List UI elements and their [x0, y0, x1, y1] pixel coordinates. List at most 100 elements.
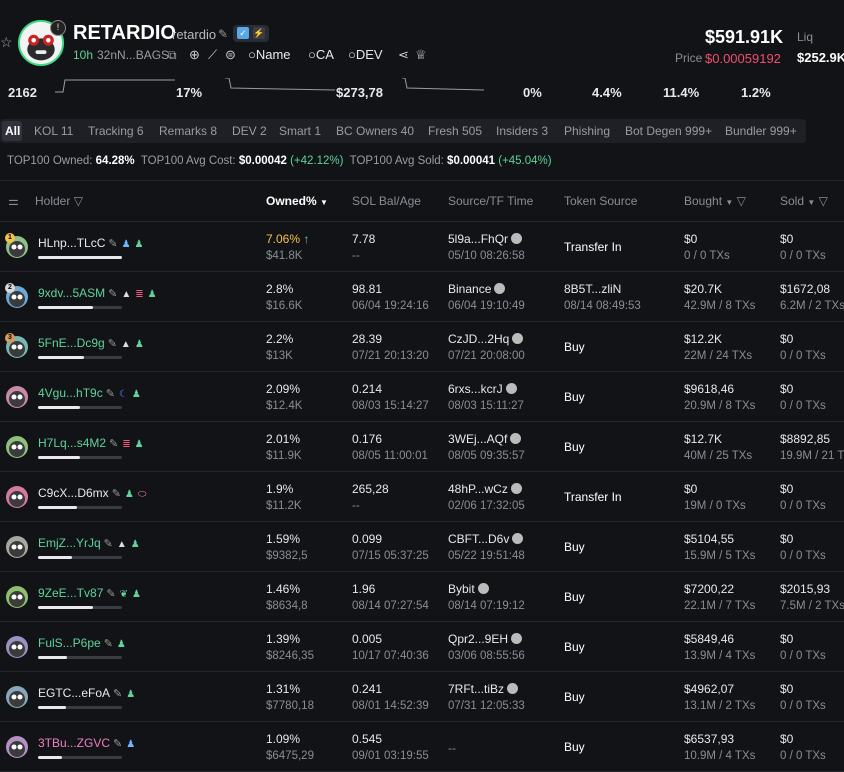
settings-sliders-icon[interactable]: ⚌: [8, 194, 19, 208]
funding-source[interactable]: CzJD...2Hq: [448, 332, 524, 346]
sol-balance: 28.39: [352, 332, 383, 346]
globe-icon[interactable]: ⊕: [189, 47, 200, 63]
holder-address[interactable]: HLnp...TLcC ✎ ♟ ♟: [38, 236, 144, 250]
owned-value: $16.6K: [266, 300, 303, 312]
sold-value: $0: [780, 732, 794, 746]
edit-icon[interactable]: ✎: [104, 538, 113, 550]
table-row[interactable]: FulS...P6pe ✎ ♟ 1.39% $8246,35 0.005 10/17…: [0, 621, 844, 672]
holder-address[interactable]: 9ZeE...Tv87 ✎ ❦ ♟: [38, 586, 141, 600]
holder-address[interactable]: 3TBu...ZGVC ✎ ♟: [38, 736, 135, 750]
edit-icon[interactable]: ✎: [106, 588, 115, 600]
edit-icon[interactable]: ✎: [108, 288, 117, 300]
owned-value: $11.2K: [266, 500, 302, 512]
col-source-tf-time[interactable]: Source/TF Time: [448, 194, 533, 208]
table-row[interactable]: 3TBu...ZGVC ✎ ♟ 1.09% $6475,29 0.545 09/01…: [0, 721, 844, 772]
col-owned[interactable]: Owned% ▼: [266, 194, 328, 208]
crown-icon[interactable]: ♕: [415, 47, 427, 63]
col-sol-bal-age[interactable]: SOL Bal/Age: [352, 194, 421, 208]
search-name-link[interactable]: ○Name: [248, 47, 291, 62]
table-row[interactable]: 2 9xdv...5ASM ✎ ▲ ≣ ♟ 2.8% $16.6K 98.81 06/0…: [0, 271, 844, 322]
tab-fresh[interactable]: Fresh 505: [428, 124, 482, 138]
top100-avg-cost-change: (+42.12%): [290, 155, 344, 167]
edit-icon[interactable]: ✎: [106, 388, 115, 400]
token-source[interactable]: 8B5T...zliN: [564, 282, 621, 296]
funding-source[interactable]: 3WEj...AQf: [448, 432, 522, 446]
tab-bot-degen[interactable]: Bot Degen 999+: [625, 124, 712, 138]
info-icon[interactable]: !: [50, 20, 66, 36]
edit-icon[interactable]: ✎: [112, 488, 121, 500]
stat-holders: 2162: [8, 85, 37, 100]
sold-detail: 0 / 0 TXs: [780, 650, 826, 662]
tab-insiders[interactable]: Insiders 3: [496, 124, 548, 138]
col-sold[interactable]: Sold ▼ ▽: [780, 194, 828, 208]
funding-source[interactable]: CBFT...D6v: [448, 532, 524, 546]
pump-icon[interactable]: ⟋: [208, 47, 217, 63]
edit-icon[interactable]: ✎: [113, 738, 122, 750]
bought-detail: 13.1M / 2 TXs: [684, 700, 756, 712]
table-row[interactable]: 9ZeE...Tv87 ✎ ❦ ♟ 1.46% $8634,8 1.96 08/14 …: [0, 571, 844, 622]
funding-source[interactable]: 48hP...wCz: [448, 482, 522, 496]
holder-address[interactable]: H7Lq...s4M2 ✎ ≣ ♟: [38, 436, 144, 450]
funding-source[interactable]: 6rxs...kcrJ: [448, 382, 517, 396]
token-source-icon[interactable]: ⊜: [225, 47, 236, 63]
filter-icon[interactable]: ▽: [737, 194, 746, 208]
search-ca-link[interactable]: ○CA: [308, 47, 334, 62]
holder-address[interactable]: C9cX...D6mx ✎ ♟ ⬭: [38, 486, 146, 500]
price-label: Price: [675, 51, 703, 65]
token-source-time: 08/14 08:49:53: [564, 300, 641, 312]
tab-all[interactable]: All: [5, 124, 20, 138]
table-row[interactable]: 1 HLnp...TLcC ✎ ♟ ♟ 7.06% ↑ $41.8K 7.78 -- …: [0, 221, 844, 272]
table-row[interactable]: EmjZ...YrJq ✎ ▲ ♟ 1.59% $9382,5 0.099 07/15…: [0, 521, 844, 572]
exchange-icon: [477, 583, 489, 594]
holder-address[interactable]: 9xdv...5ASM ✎ ▲ ≣ ♟: [38, 286, 157, 300]
tab-dev[interactable]: DEV 2: [232, 124, 267, 138]
table-row[interactable]: 4Vgu...hT9c ✎ ☾ ♟ 2.09% $12.4K 0.214 08/03 …: [0, 371, 844, 422]
edit-icon[interactable]: ✎: [109, 438, 118, 450]
sold-detail: 0 / 0 TXs: [780, 400, 826, 412]
search-dev-link[interactable]: ○DEV: [348, 47, 383, 62]
holder-address[interactable]: EGTC...eFoA ✎ ♟: [38, 686, 135, 700]
ownership-bar: [38, 656, 122, 659]
edit-icon[interactable]: ✎: [108, 238, 117, 250]
filter-icon[interactable]: ▽: [819, 194, 828, 208]
table-row[interactable]: C9cX...D6mx ✎ ♟ ⬭ 1.9% $11.2K 265,28 -- 48h…: [0, 471, 844, 522]
share-icon[interactable]: ⋖: [398, 47, 409, 63]
holder-address[interactable]: 4Vgu...hT9c ✎ ☾ ♟: [38, 386, 141, 400]
col-token-source[interactable]: Token Source: [564, 194, 637, 208]
sol-balance: 0.005: [352, 632, 383, 646]
funding-source[interactable]: 7RFt...tiBz: [448, 682, 519, 696]
tab-tracking[interactable]: Tracking 6: [88, 124, 144, 138]
funding-source[interactable]: Bybit: [448, 582, 489, 596]
funding-source[interactable]: Qpr2...9EH: [448, 632, 523, 646]
table-row[interactable]: EGTC...eFoA ✎ ♟ 1.31% $7780,18 0.241 08/01…: [0, 671, 844, 722]
edit-icon[interactable]: ✎: [113, 688, 122, 700]
table-row[interactable]: 3 5FnE...Dc9g ✎ ▲ ♟ 2.2% $13K 28.39 07/21 2…: [0, 321, 844, 372]
stat-top10: 17%: [176, 85, 203, 100]
funding-source[interactable]: Binance: [448, 282, 506, 296]
copy-icon[interactable]: ⧉: [168, 48, 177, 63]
edit-icon[interactable]: ✎: [108, 338, 117, 350]
col-bought[interactable]: Bought ▼ ▽: [684, 194, 746, 208]
edit-icon[interactable]: ✎: [218, 27, 228, 41]
tab-bundler[interactable]: Bundler 999+: [725, 124, 797, 138]
tab-smart[interactable]: Smart 1: [279, 124, 321, 138]
holder-address[interactable]: FulS...P6pe ✎ ♟: [38, 636, 126, 650]
star-icon[interactable]: ☆: [0, 34, 13, 51]
bought-value: $6537,93: [684, 732, 735, 746]
filter-icon[interactable]: ▽: [74, 194, 83, 208]
owned-value: $8246,35: [266, 650, 314, 662]
contract-address[interactable]: 32nN...BAGS: [97, 48, 169, 62]
token-age: 10h: [73, 48, 94, 62]
holder-address[interactable]: EmjZ...YrJq ✎ ▲ ♟: [38, 536, 140, 550]
avatar: [6, 586, 28, 608]
holder-address[interactable]: 5FnE...Dc9g ✎ ▲ ♟: [38, 336, 144, 350]
tab-bc-owners[interactable]: BC Owners 40: [336, 124, 414, 138]
funding-source[interactable]: 5l9a...FhQr: [448, 232, 523, 246]
edit-icon[interactable]: ✎: [104, 638, 113, 650]
stat-bundlers: 1.2%: [741, 85, 771, 100]
tab-phishing[interactable]: Phishing: [564, 124, 610, 138]
tab-kol[interactable]: KOL 11: [34, 124, 73, 138]
col-holder[interactable]: Holder ▽: [35, 194, 83, 208]
table-row[interactable]: H7Lq...s4M2 ✎ ≣ ♟ 2.01% $11.9K 0.176 08/05 …: [0, 421, 844, 472]
tab-remarks[interactable]: Remarks 8: [159, 124, 217, 138]
